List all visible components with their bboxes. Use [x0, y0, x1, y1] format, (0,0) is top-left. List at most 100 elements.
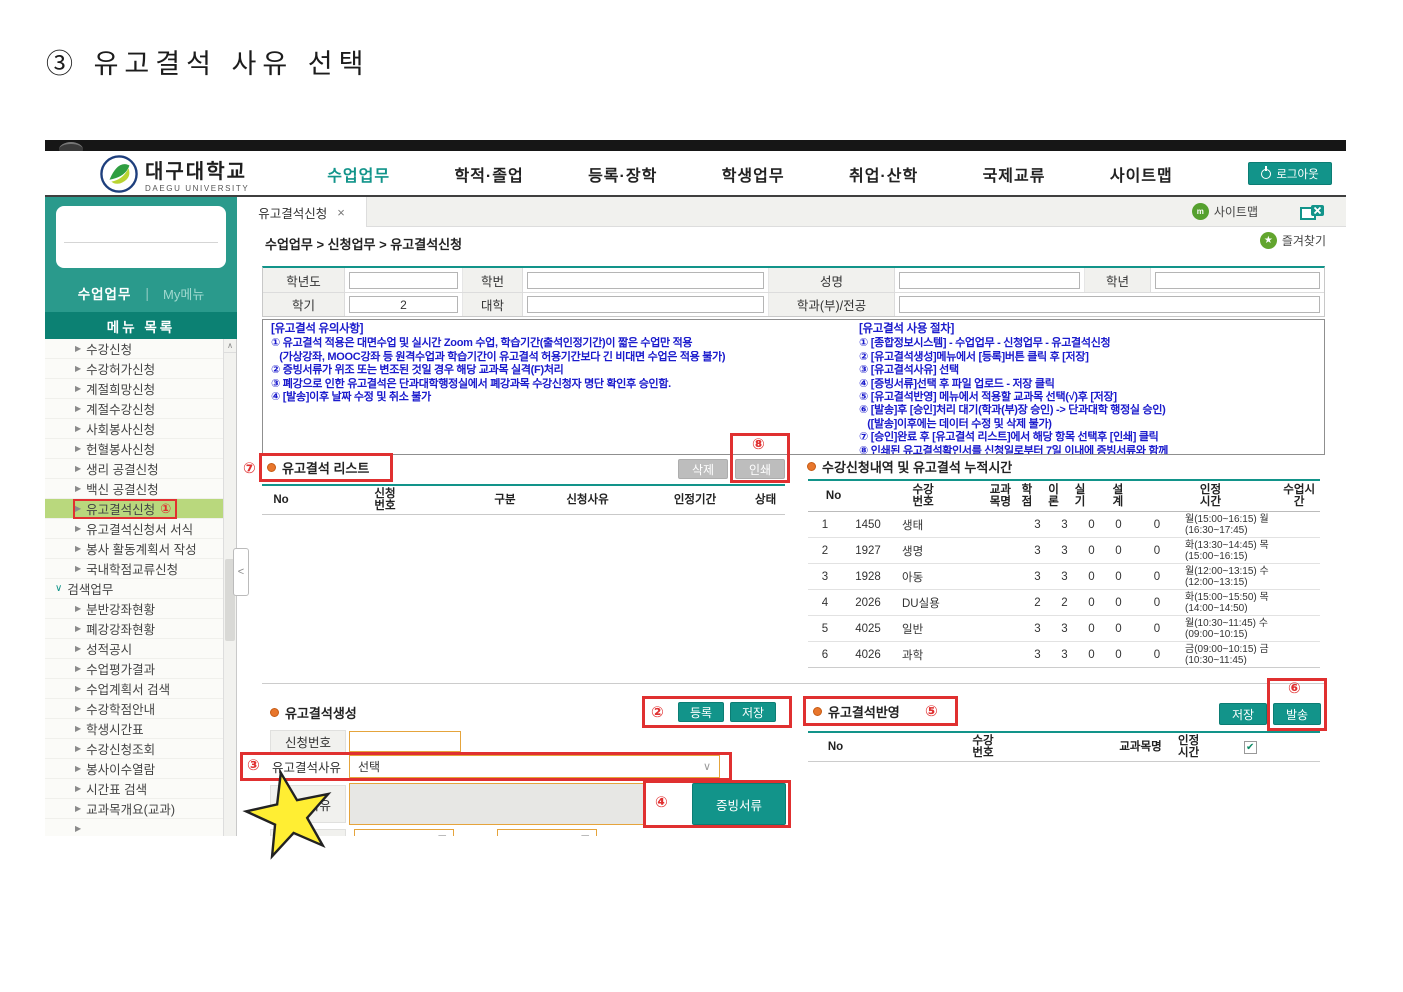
divider	[64, 242, 218, 243]
grade-input[interactable]	[1155, 271, 1320, 289]
breadcrumb: 수업업무 > 신청업무 > 유고결석신청	[265, 237, 463, 252]
enrollment-row[interactable]: 3 1928 아동 3 3 0 0 0 월(12:00~13:15) 수(12:…	[808, 564, 1320, 590]
sitemap-button[interactable]: m 사이트맵	[1191, 203, 1258, 220]
sidebar-item[interactable]: 계절희망신청	[45, 379, 223, 399]
cell-course-name: 생명	[902, 545, 924, 558]
sidebar-item[interactable]: 검색업무	[45, 579, 223, 599]
studentno-input[interactable]	[527, 271, 764, 289]
scroll-up-icon[interactable]: ∧	[224, 339, 236, 353]
nav-item[interactable]: 국제교류	[983, 162, 1046, 186]
sidebar-item[interactable]: 사회봉사신청	[45, 419, 223, 439]
sidebar-item[interactable]: 성적공시	[45, 639, 223, 659]
semester-input[interactable]	[349, 296, 458, 313]
absence-reason-select[interactable]: 선택 ∨	[349, 755, 720, 778]
sidebar-item[interactable]	[45, 819, 223, 836]
period-start-input[interactable]: ▦	[354, 829, 454, 836]
cell-course-code: 4026	[855, 648, 881, 661]
cell-design: 0	[1115, 518, 1122, 531]
period-end-input[interactable]: ▦	[497, 829, 597, 836]
enrollment-row[interactable]: 1 1450 생태 3 3 0 0 0 월(15:00~16:15) 월(16:…	[808, 512, 1320, 538]
sidebar-item[interactable]: 수업평가결과	[45, 659, 223, 679]
nav-item[interactable]: 등록·장학	[588, 162, 657, 186]
tab-close-icon[interactable]: ×	[337, 205, 345, 220]
nav-item[interactable]: 학적·졸업	[454, 162, 523, 186]
close-all-tabs-icon[interactable]	[1300, 204, 1326, 221]
sidebar-item[interactable]: 교과목개요(교과)	[45, 799, 223, 819]
enrollment-row[interactable]: 4 2026 DU실용 2 2 0 0 0 화(15:00~15:50) 목(1…	[808, 590, 1320, 616]
sidebar-item[interactable]: 헌혈봉사신청	[45, 439, 223, 459]
college-input[interactable]	[527, 296, 764, 313]
sidebar-tab-work[interactable]: 수업업무	[78, 283, 132, 303]
enrollment-header: No 수강 번호 교과목명 학 점 이 론 실 기 설 계 인정 시간 수업시간	[808, 481, 1320, 512]
register-button[interactable]: 등록	[678, 702, 724, 722]
cell-course-name: 아동	[902, 571, 924, 584]
sidebar-item[interactable]: 유고결석신청서 서식	[45, 519, 223, 539]
sidebar-item[interactable]: 유고결석신청 ①	[45, 498, 223, 519]
semester-label: 학기	[263, 293, 345, 316]
sidebar-tab-mymenu[interactable]: My메뉴	[163, 284, 204, 303]
application-no-input[interactable]	[349, 731, 461, 752]
sidebar-item[interactable]: 학생시간표	[45, 719, 223, 739]
arrow-icon	[75, 344, 81, 353]
sidebar-item[interactable]: 계절수강신청	[45, 399, 223, 419]
sidebar-item[interactable]: 시간표 검색	[45, 779, 223, 799]
name-input[interactable]	[899, 271, 1080, 289]
notice-line: ② 증빙서류가 위조 또는 변조된 것일 경우 해당 교과목 실격(F)처리	[271, 364, 564, 377]
favorite-button[interactable]: ★ 즐겨찾기	[1259, 232, 1326, 249]
cell-course-code: 1450	[855, 518, 881, 531]
sidebar-item[interactable]: 수강허가신청	[45, 359, 223, 379]
nav-item[interactable]: 사이트맵	[1110, 162, 1173, 186]
delete-button[interactable]: 삭제	[678, 459, 728, 479]
year-input[interactable]	[349, 271, 458, 289]
notice-line: (가상강좌, MOOC강좌 등 원격수업과 학습기간이 유고결석 허용기간보다 …	[271, 350, 726, 363]
cell-theory: 3	[1061, 570, 1068, 583]
column-header: 수강 번호	[912, 484, 934, 508]
sidebar-item[interactable]: 국내학점교류신청	[45, 559, 223, 579]
enrollment-row[interactable]: 5 4025 일반 3 3 0 0 0 월(10:30~11:45) 수(09:…	[808, 616, 1320, 642]
sidebar-item[interactable]: 생리 공결신청	[45, 459, 223, 479]
calendar-icon[interactable]: ▦	[581, 834, 590, 837]
application-detail-input[interactable]	[349, 783, 645, 825]
column-header: 인정 시간	[1178, 735, 1200, 759]
sidebar-item[interactable]: 수강신청	[45, 339, 223, 359]
notice-procedure-title: [유고결석 사용 절차]	[859, 323, 955, 335]
sidebar-collapse-button[interactable]: <	[233, 548, 249, 596]
arrow-icon	[75, 684, 81, 693]
select-all-checkbox[interactable]: ✔	[1243, 740, 1257, 754]
sidebar-item[interactable]: 봉사 활동계획서 작성	[45, 539, 223, 559]
university-logo[interactable]: 대구대학교 DAEGU UNIVERSITY	[100, 155, 249, 193]
sidebar-item[interactable]: 수강학점안내	[45, 699, 223, 719]
sidebar-item[interactable]: 폐강강좌현황	[45, 619, 223, 639]
absence-create-title: 유고결석생성	[270, 703, 357, 722]
tab-absence-application[interactable]: 유고결석신청 ×	[237, 197, 367, 227]
arrow-icon	[75, 644, 81, 653]
sidebar-item[interactable]: 수강신청조회	[45, 739, 223, 759]
absence-list-empty-body	[262, 515, 785, 691]
print-button[interactable]: 인쇄	[735, 459, 785, 479]
cell-no: 5	[821, 622, 829, 635]
calendar-icon[interactable]: ▦	[438, 834, 447, 837]
sidebar-item[interactable]: 분반강좌현황	[45, 599, 223, 619]
column-header: 신청 번호	[374, 488, 396, 512]
save-button[interactable]: 저장	[730, 702, 776, 722]
sidebar-item[interactable]: 수업계획서 검색	[45, 679, 223, 699]
cell-recognized-hours: 0	[1153, 544, 1161, 557]
nav-item[interactable]: 수업업무	[327, 162, 390, 186]
nav-item[interactable]: 취업·산학	[849, 162, 918, 186]
arrow-icon	[75, 484, 81, 493]
nav-item[interactable]: 학생업무	[722, 162, 785, 186]
enrollment-row[interactable]: 6 4026 과학 3 3 0 0 0 금(09:00~10:15) 금(10:…	[808, 642, 1320, 667]
enrollment-row[interactable]: 2 1927 생명 3 3 0 0 0 화(13:30~14:45) 목(15:…	[808, 538, 1320, 564]
annotation-4: ④	[655, 793, 668, 811]
cell-credit: 3	[1034, 622, 1041, 635]
dept-input[interactable]	[899, 296, 1320, 313]
apply-save-button[interactable]: 저장	[1219, 703, 1267, 725]
sidebar-item[interactable]: 봉사이수열람	[45, 759, 223, 779]
year-label: 학년도	[263, 268, 345, 292]
send-button[interactable]: 발송	[1273, 703, 1321, 725]
logout-button[interactable]: 로그아웃	[1248, 162, 1332, 185]
sidebar-item[interactable]: 백신 공결신청	[45, 479, 223, 499]
notice-line: ① [종합정보시스템] - 수업업무 - 신청업무 - 유고결석신청	[859, 337, 1111, 350]
evidence-button[interactable]: 증빙서류	[692, 783, 786, 825]
bullet-icon	[267, 463, 276, 472]
